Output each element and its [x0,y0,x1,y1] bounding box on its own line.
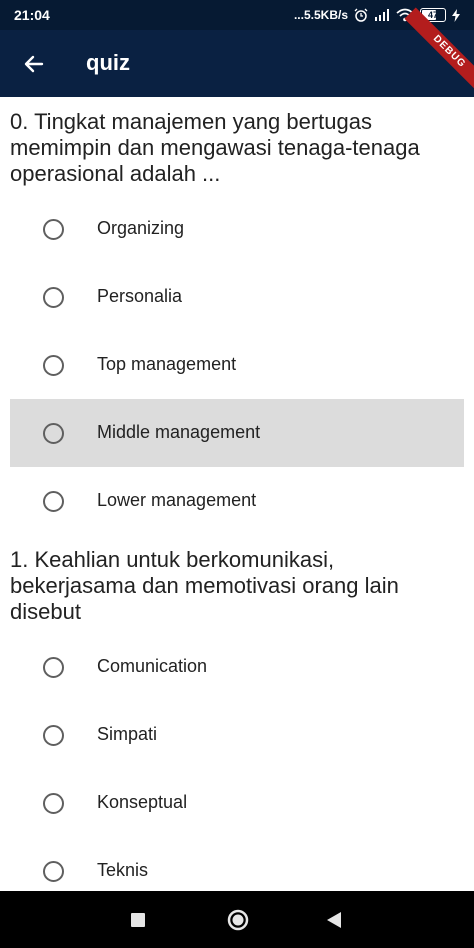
answer-option[interactable]: Lower management [10,467,464,535]
option-label: Middle management [97,422,261,442]
arrow-left-icon[interactable] [22,52,46,76]
alarm-icon [354,8,368,22]
radio-button-icon[interactable] [43,793,64,814]
option-label: Top management [97,354,237,374]
option-label: Teknis [97,860,149,880]
back-icon[interactable] [326,911,342,929]
radio-button-icon[interactable] [43,725,64,746]
answer-option[interactable]: Organizing [10,195,464,263]
radio-button-icon[interactable] [43,287,64,308]
radio-button-icon[interactable] [43,355,64,376]
navigation-bar [0,891,474,948]
question-text: 0. Tingkat manajemen yang bertugas memim… [10,109,420,186]
network-speed: ...5.5KB/s [293,8,348,22]
quiz-list[interactable]: 0. Tingkat manajemen yang bertugas memim… [0,97,474,891]
radio-button-icon[interactable] [43,219,64,240]
charging-icon [452,8,460,22]
status-bar: 21:04 ...5.5KB/s 47 [0,0,474,30]
answer-option-highlighted[interactable]: Middle management [10,399,464,467]
status-icons: ...5.5KB/s 47 [294,5,460,25]
question-text: 1. Keahlian untuk berkomunikasi, bekerja… [10,547,399,624]
option-label: Konseptual [97,792,188,812]
radio-button-icon[interactable] [43,657,64,678]
status-time: 21:04 [14,7,50,23]
radio-button-icon[interactable] [43,861,64,882]
option-label: Comunication [97,656,208,676]
radio-button-icon[interactable] [43,423,64,444]
option-label: Organizing [97,218,185,238]
app-bar: quiz DEBUG [0,7,474,97]
radio-button-icon[interactable] [43,491,64,512]
option-label: Simpati [97,724,158,744]
answer-option[interactable]: Personalia [10,263,464,331]
page-title: quiz [86,50,130,75]
battery-level: 47 [427,10,438,20]
answer-option[interactable]: Comunication [10,633,464,701]
home-icon[interactable] [227,909,249,931]
answer-option[interactable]: Konseptual [10,769,464,837]
option-label: Lower management [97,490,257,510]
answer-option[interactable]: Teknis [10,837,464,891]
option-label: Personalia [97,286,183,306]
signal-icon [374,9,390,21]
answer-option[interactable]: Top management [10,331,464,399]
recent-apps-icon[interactable] [131,913,145,927]
answer-option[interactable]: Simpati [10,701,464,769]
